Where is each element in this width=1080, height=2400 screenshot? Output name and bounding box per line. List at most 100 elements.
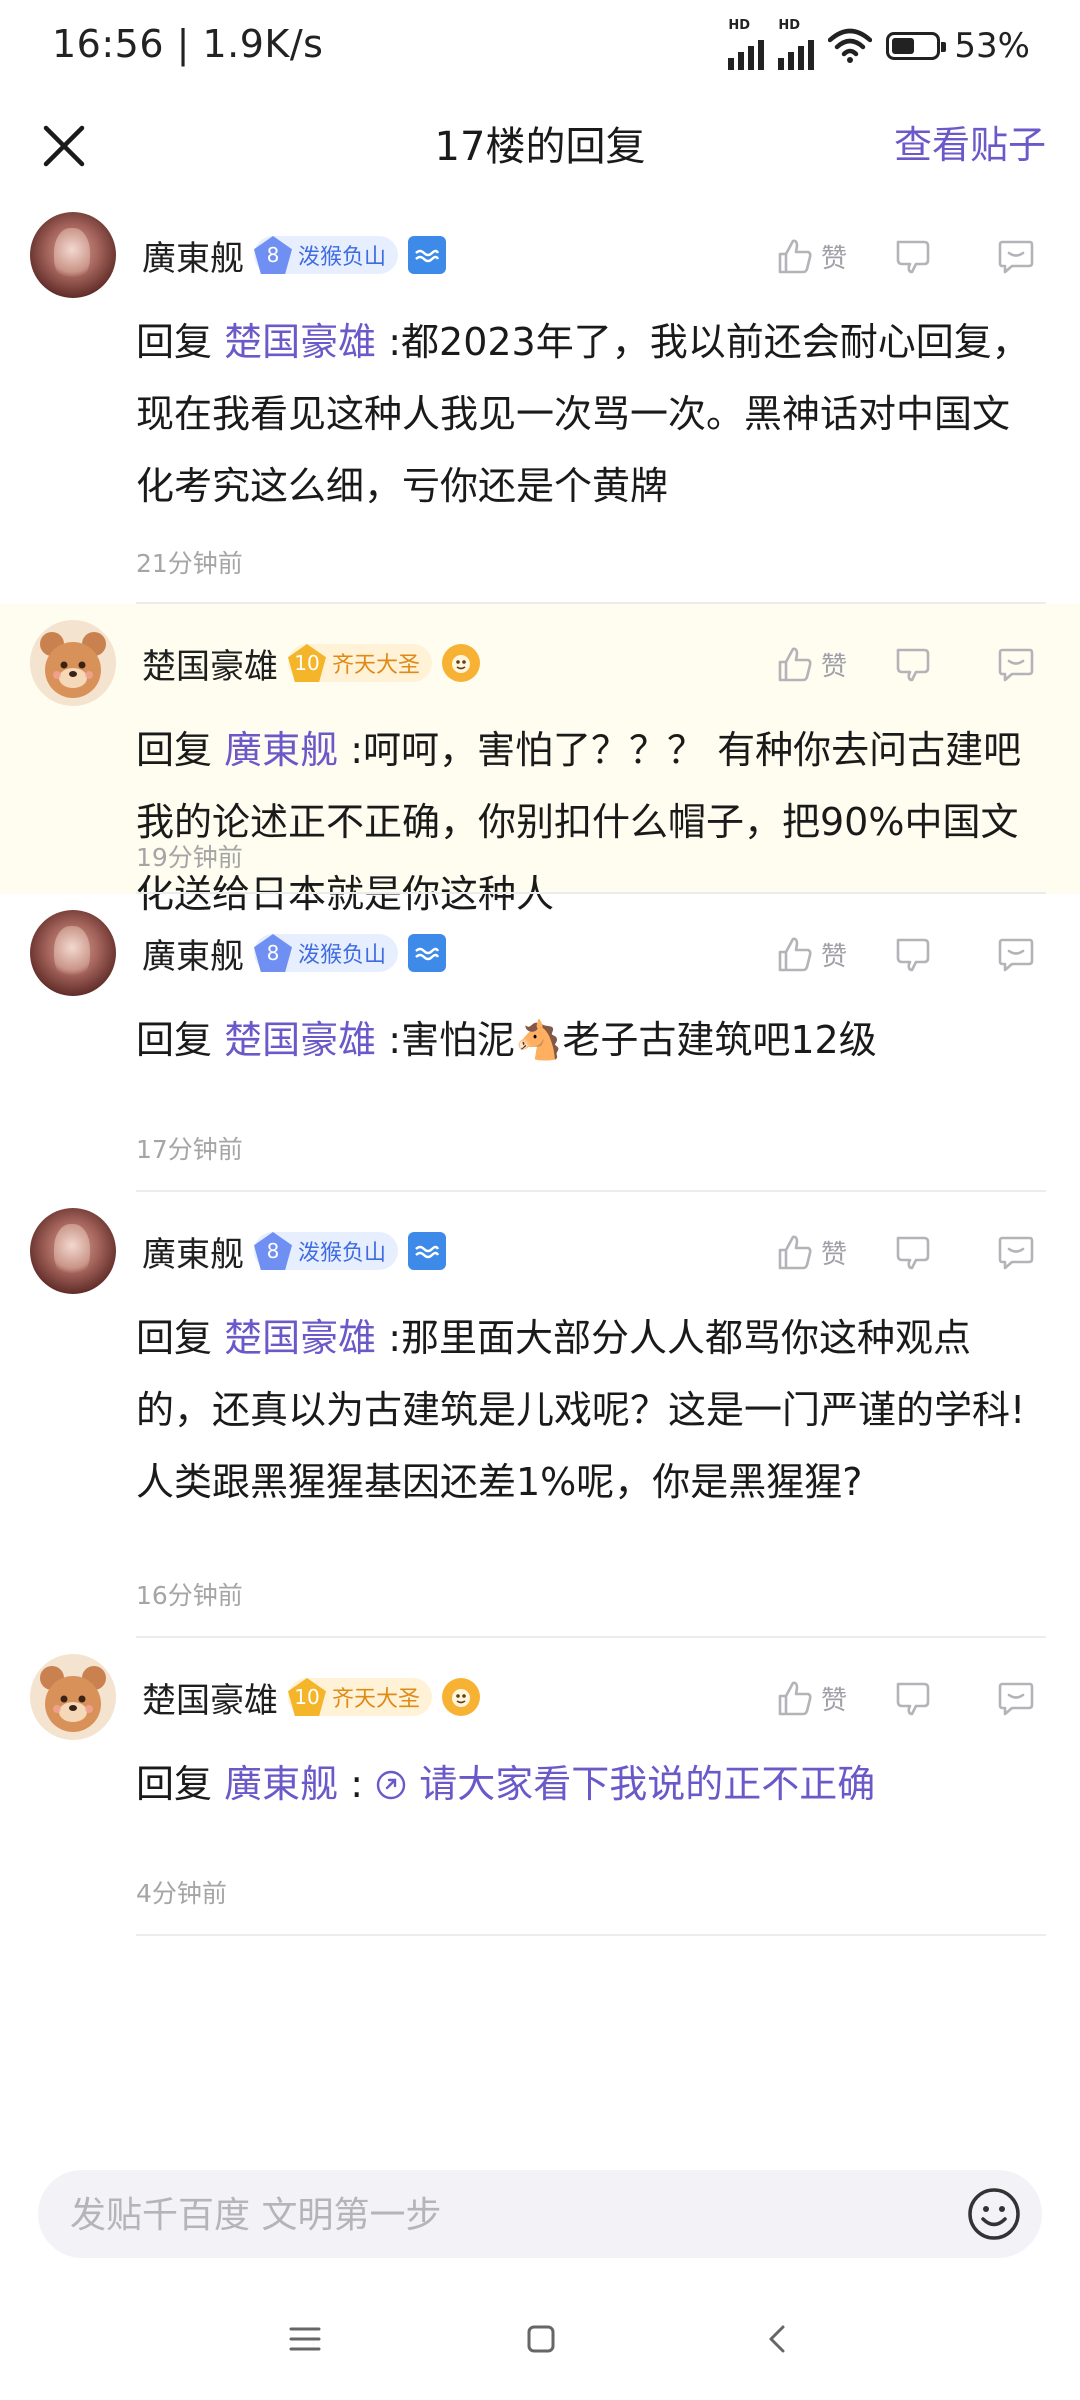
thumbs-up-icon (778, 937, 812, 972)
like-label: 赞 (820, 243, 847, 274)
badge-title: 泼猴负山 (298, 943, 387, 968)
username[interactable]: 楚国豪雄 (142, 639, 278, 688)
comment-icon (998, 938, 1034, 972)
reply-list: 廣東舰 8 泼猴负山 赞 回复 楚国豪雄 :都2023年了，我以前还会耐心回复，… (0, 196, 1080, 1936)
username[interactable]: 楚国豪雄 (142, 1673, 278, 1722)
like-label: 赞 (820, 941, 847, 972)
level-badge[interactable]: 10 齐天大圣 (288, 1678, 433, 1716)
avatar[interactable] (30, 1208, 116, 1294)
avatar[interactable] (30, 212, 116, 298)
battery-percent: 53% (954, 26, 1030, 66)
post-link[interactable]: 请大家看下我说的正不正确 (375, 1762, 875, 1806)
timestamp: 21分钟前 (136, 549, 243, 578)
level-badge[interactable]: 8 泼猴负山 (254, 1232, 399, 1270)
member-icon[interactable] (408, 1232, 447, 1270)
reply-text: :害怕泥🐴老子古建筑吧12级 (388, 1018, 877, 1062)
like-button[interactable]: 赞 (766, 236, 856, 276)
level-badge[interactable]: 10 齐天大圣 (288, 644, 433, 682)
reply-prefix: 回复 (136, 320, 213, 364)
level-number: 8 (254, 1232, 292, 1270)
back-icon[interactable] (752, 2314, 802, 2364)
monkey-icon[interactable] (442, 644, 481, 682)
level-badge[interactable]: 8 泼猴负山 (254, 934, 399, 972)
reply-prefix: 回复 (136, 728, 213, 772)
username[interactable]: 廣東舰 (142, 1227, 244, 1276)
menu-icon[interactable] (280, 2314, 330, 2364)
mention-user[interactable]: 楚国豪雄 (224, 1018, 376, 1062)
like-button[interactable]: 赞 (766, 1678, 856, 1718)
battery-icon (886, 32, 947, 60)
mention-user[interactable]: 廣東舰 (224, 728, 338, 772)
like-button[interactable]: 赞 (766, 644, 856, 684)
username[interactable]: 廣東舰 (142, 929, 244, 978)
dislike-button[interactable] (884, 644, 944, 684)
signal-icon: HD (728, 18, 765, 70)
timestamp: 19分钟前 (136, 843, 243, 872)
post-link-text: 请大家看下我说的正不正确 (419, 1762, 876, 1806)
avatar[interactable] (30, 910, 116, 996)
status-time-speed: 16:56 | 1.9K/s (52, 22, 324, 66)
link-icon (376, 1770, 406, 1800)
reply-button[interactable] (986, 1232, 1046, 1272)
reply-button[interactable] (986, 934, 1046, 974)
dislike-button[interactable] (884, 1232, 944, 1272)
level-number: 10 (288, 644, 326, 682)
reply-item: 廣東舰 8 泼猴负山 赞 回复 楚国豪雄 :害怕泥🐴老子古建筑吧12级 17分钟… (0, 894, 1080, 1192)
reply-content: 回复 楚国豪雄 :害怕泥🐴老子古建筑吧12级 (136, 1004, 1046, 1076)
reply-input[interactable] (68, 2170, 952, 2260)
wifi-icon (828, 28, 873, 63)
comment-icon (998, 240, 1034, 274)
status-bar: 16:56 | 1.9K/s HD HD 53% (0, 0, 1080, 96)
member-icon[interactable] (408, 934, 447, 972)
like-button[interactable]: 赞 (766, 934, 856, 974)
avatar[interactable] (30, 1654, 116, 1740)
like-button[interactable]: 赞 (766, 1232, 856, 1272)
thumbs-up-icon (778, 1681, 812, 1716)
user-row: 廣東舰 8 泼猴负山 (142, 928, 447, 978)
reply-actions: 赞 (766, 1668, 1046, 1728)
reply-button[interactable] (986, 236, 1046, 276)
reply-button[interactable] (986, 1678, 1046, 1718)
dislike-button[interactable] (884, 1678, 944, 1718)
status-icons: HD HD 53% (728, 18, 1030, 72)
reply-prefix: 回复 (136, 1316, 213, 1360)
thumbs-down-icon (896, 648, 930, 682)
reply-content: 回复 楚国豪雄 :那里面大部分人人都骂你这种观点的，还真以为古建筑是儿戏呢？这是… (136, 1302, 1046, 1518)
member-icon[interactable] (408, 236, 447, 274)
thumbs-down-icon (896, 1236, 930, 1270)
like-label: 赞 (820, 651, 847, 682)
timestamp: 16分钟前 (136, 1581, 243, 1610)
emoji-icon[interactable] (964, 2184, 1024, 2244)
reply-item: 楚国豪雄 10 齐天大圣 赞 回复 廣東舰 : 请大家看下我说的正不正确 4分钟… (0, 1638, 1080, 1936)
level-badge[interactable]: 8 泼猴负山 (254, 236, 399, 274)
username[interactable]: 廣東舰 (142, 231, 244, 280)
comment-icon (998, 1682, 1034, 1716)
signal-icon-2: HD (778, 18, 815, 70)
badge-title: 齐天大圣 (332, 1687, 421, 1712)
dislike-button[interactable] (884, 934, 944, 974)
home-icon[interactable] (516, 2314, 566, 2364)
reply-button[interactable] (986, 644, 1046, 684)
reply-item: 廣東舰 8 泼猴负山 赞 回复 楚国豪雄 :都2023年了，我以前还会耐心回复，… (0, 196, 1080, 604)
monkey-icon[interactable] (442, 1678, 481, 1716)
reply-item: 廣東舰 8 泼猴负山 赞 回复 楚国豪雄 :那里面大部分人人都骂你这种观点的，还… (0, 1192, 1080, 1638)
dislike-button[interactable] (884, 236, 944, 276)
mention-user[interactable]: 楚国豪雄 (224, 1316, 376, 1360)
reply-actions: 赞 (766, 924, 1046, 984)
reply-actions: 赞 (766, 1222, 1046, 1282)
thumbs-up-icon (778, 647, 812, 682)
thumbs-up-icon (778, 1235, 812, 1270)
level-number: 8 (254, 934, 292, 972)
avatar[interactable] (30, 620, 116, 706)
reply-actions: 赞 (766, 634, 1046, 694)
level-number: 8 (254, 236, 292, 274)
mention-user[interactable]: 廣東舰 (224, 1762, 338, 1806)
system-nav-bar (0, 2302, 1080, 2382)
user-row: 廣東舰 8 泼猴负山 (142, 1226, 447, 1276)
comment-icon (998, 648, 1034, 682)
view-post-link[interactable]: 查看贴子 (894, 114, 1046, 169)
level-number: 10 (288, 1678, 326, 1716)
mention-user[interactable]: 楚国豪雄 (224, 320, 376, 364)
divider (136, 1934, 1046, 1936)
thumbs-down-icon (896, 1682, 930, 1716)
